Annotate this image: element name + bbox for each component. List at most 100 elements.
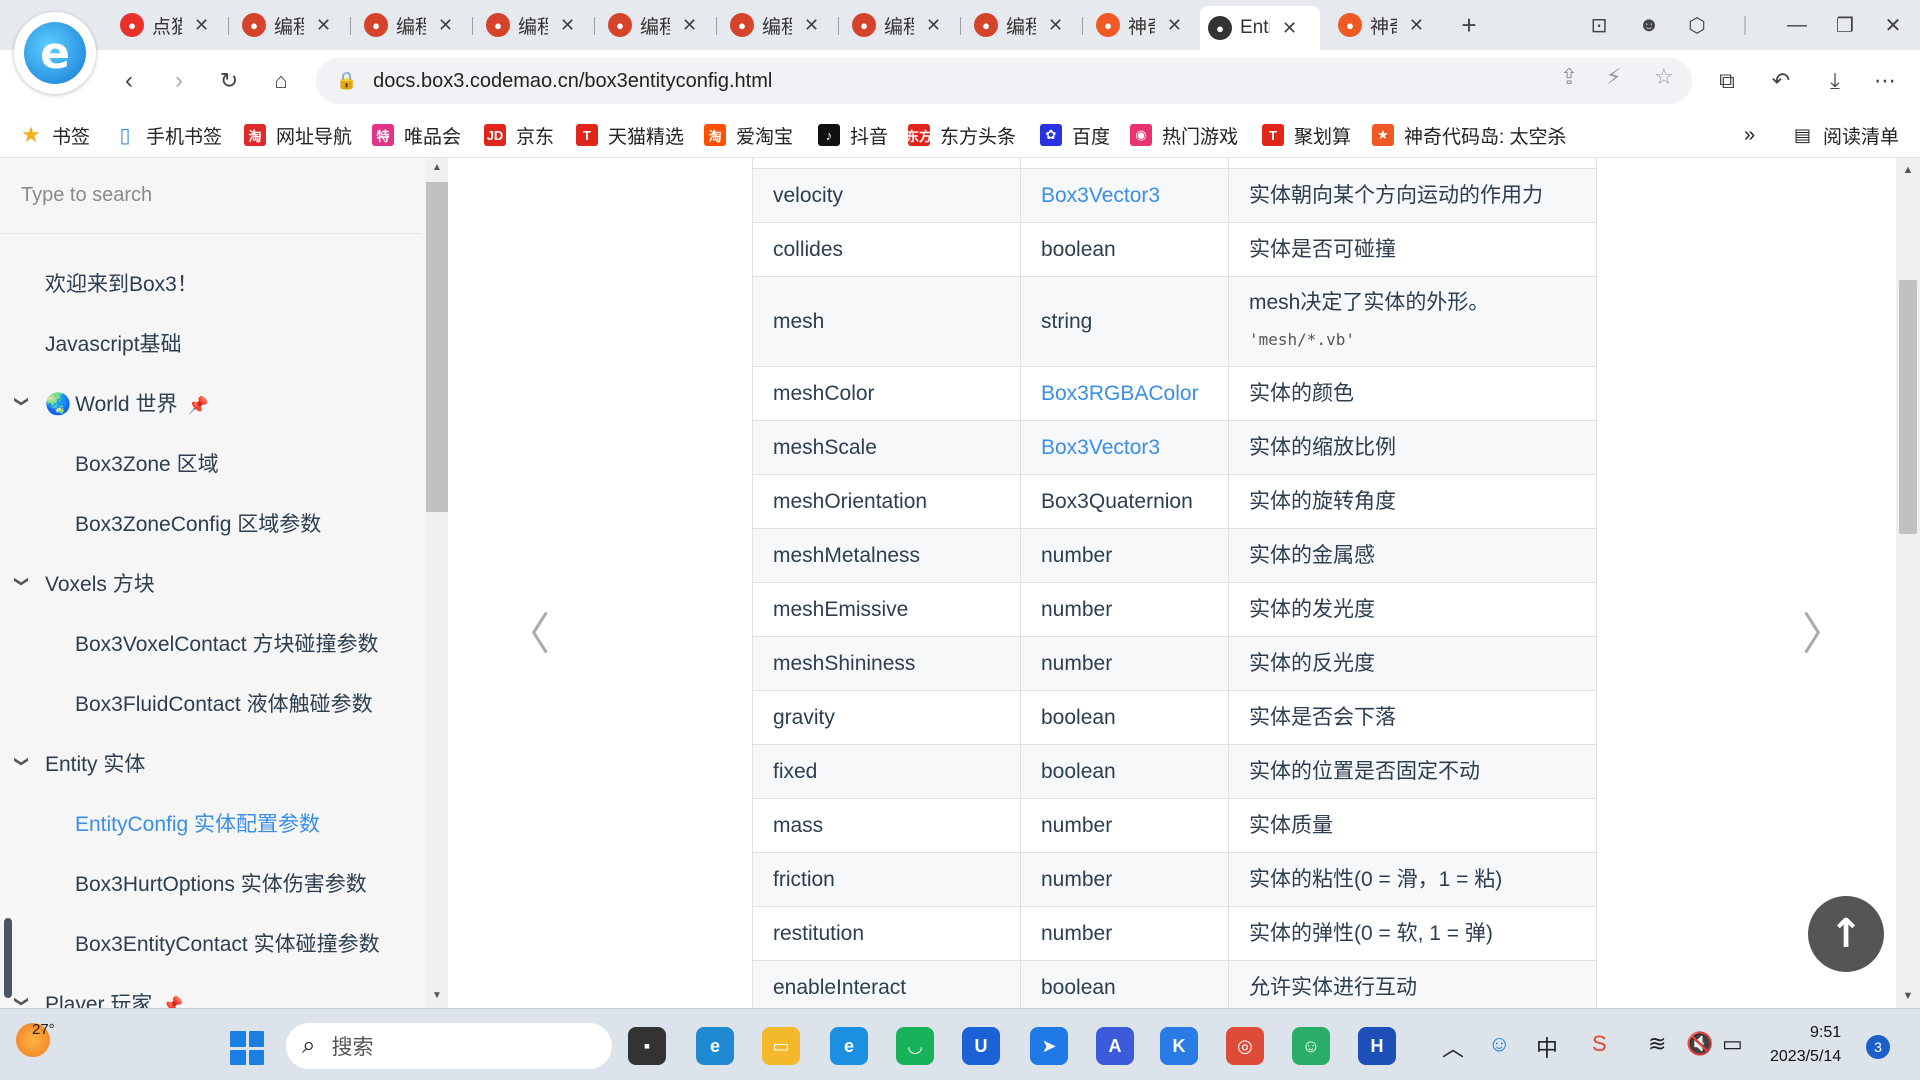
wechat-icon[interactable]: ☺ — [1292, 1027, 1330, 1065]
sidebar-item[interactable]: Box3VoxelContact 方块碰撞参数 — [75, 628, 378, 658]
edge-icon[interactable]: e — [696, 1027, 734, 1065]
minimize-icon[interactable]: — — [1782, 10, 1812, 40]
more-menu-icon[interactable]: ⋯ — [1868, 64, 1902, 98]
chevron-down-icon[interactable]: ❯ — [13, 576, 30, 588]
sidebar-item[interactable]: Box3FluidContact 液体触碰参数 — [75, 688, 373, 718]
file-explorer-icon[interactable]: ▭ — [762, 1027, 800, 1065]
back-icon[interactable]: ‹ — [112, 64, 146, 98]
ime-indicator[interactable]: 中 — [1536, 1031, 1558, 1063]
sidebar-item[interactable]: Box3EntityContact 实体碰撞参数 — [75, 928, 380, 958]
sidebar-scrollbar[interactable]: ▲ ▼ — [426, 158, 448, 1008]
browser-tab[interactable]: ● 神奇 ✕ — [1330, 8, 1432, 42]
chevron-down-icon[interactable]: ❯ — [13, 756, 30, 768]
volume-slider[interactable] — [4, 918, 12, 998]
bookmark-item[interactable]: ♪ 抖音 — [818, 120, 888, 150]
sidebar-item[interactable]: Box3Zone 区域 — [75, 448, 219, 478]
browser-tab[interactable]: ● 编程 ✕ — [356, 8, 468, 42]
download-icon[interactable]: ⤓ — [1818, 64, 1852, 98]
close-icon[interactable]: ✕ — [804, 15, 819, 36]
shopping-bag-icon[interactable]: ◡ — [896, 1027, 934, 1065]
browser-tab[interactable]: ● 编程 ✕ — [478, 8, 590, 42]
page-scroll-thumb[interactable] — [1899, 280, 1917, 534]
close-icon[interactable]: ✕ — [1167, 15, 1182, 36]
page-scroll-up-icon[interactable]: ▲ — [1896, 164, 1920, 176]
close-icon[interactable]: ✕ — [316, 15, 331, 36]
property-type[interactable]: Box3Vector3 — [1020, 420, 1229, 475]
home-icon[interactable]: ⌂ — [264, 64, 298, 98]
browser-tab[interactable]: ● 编程 ✕ — [722, 8, 834, 42]
start-button[interactable] — [230, 1031, 264, 1065]
box3-app-icon[interactable]: H — [1358, 1027, 1396, 1065]
property-type[interactable]: Box3RGBAColor — [1020, 366, 1229, 421]
browser-tab[interactable]: ● 点猫 ✕ — [112, 8, 224, 42]
sidebar-item[interactable]: 🌏 World 世界 📌 — [45, 388, 209, 418]
sidebar-item[interactable]: Box3HurtOptions 实体伤害参数 — [75, 868, 367, 898]
vector-app-icon[interactable]: A — [1096, 1027, 1134, 1065]
close-icon[interactable]: ✕ — [194, 15, 209, 36]
bookmark-item[interactable]: ▯ 手机书签 — [114, 120, 222, 150]
notification-badge[interactable]: 3 — [1866, 1035, 1890, 1059]
bookmark-item[interactable]: T 聚划算 — [1262, 120, 1351, 150]
bookmark-item[interactable]: 特唯品会 — [372, 120, 461, 150]
browser-2345-icon[interactable]: e — [830, 1027, 868, 1065]
page-scrollbar[interactable]: ▲ ▼ — [1896, 158, 1920, 1008]
browser-tab[interactable]: ● 编程 ✕ — [600, 8, 712, 42]
bookmarks-more-button[interactable]: » — [1744, 120, 1755, 150]
chrome-icon[interactable]: ◎ — [1226, 1027, 1264, 1065]
page-scroll-down-icon[interactable]: ▼ — [1896, 990, 1920, 1002]
undo-icon[interactable]: ↶ — [1764, 64, 1798, 98]
share-icon[interactable]: ⇪ — [1560, 64, 1578, 90]
scroll-down-icon[interactable]: ▼ — [426, 990, 448, 1001]
browser-tab[interactable]: ● 神奇 ✕ — [1088, 8, 1190, 42]
sidebar-item[interactable]: Javascript基础 — [45, 328, 182, 358]
browser-tab[interactable]: ● 编程 ✕ — [234, 8, 346, 42]
close-icon[interactable]: ✕ — [682, 15, 697, 36]
tray-app-icon[interactable]: ☺ — [1488, 1031, 1510, 1057]
next-page-icon[interactable]: 〉 — [1802, 598, 1846, 662]
k-app-icon[interactable]: K — [1160, 1027, 1198, 1065]
sidebar-item[interactable]: EntityConfig 实体配置参数 — [75, 808, 320, 838]
reading-list-button[interactable]: ▤ 阅读清单 — [1794, 120, 1899, 150]
close-icon[interactable]: ✕ — [560, 15, 575, 36]
bookmark-item[interactable]: 淘爱淘宝 — [704, 120, 793, 150]
close-icon[interactable]: ✕ — [1409, 15, 1424, 36]
bookmark-item[interactable]: 淘网址导航 — [244, 120, 352, 150]
sidebar-item[interactable]: Voxels 方块 — [45, 568, 155, 598]
back-to-top-button[interactable]: ↑ — [1808, 896, 1884, 972]
tray-expand-icon[interactable]: ︿ — [1442, 1031, 1464, 1063]
scroll-up-icon[interactable]: ▲ — [426, 162, 448, 173]
address-bar[interactable]: 🔒 docs.box3.codemao.cn/box3entityconfig.… — [316, 58, 1692, 104]
feishu-icon[interactable]: ➤ — [1030, 1027, 1068, 1065]
clock[interactable]: 9:51 2023/5/14 — [1770, 1021, 1841, 1069]
chevron-down-icon[interactable]: ❯ — [13, 396, 30, 408]
bookmark-item[interactable]: T 天猫精选 — [576, 120, 684, 150]
browser-tab[interactable]: ● 编程 ✕ — [966, 8, 1078, 42]
favorite-star-icon[interactable]: ☆ — [1654, 64, 1674, 90]
lightning-icon[interactable]: ⚡ — [1606, 64, 1621, 90]
sidebar-item[interactable]: 欢迎来到Box3！ — [45, 268, 198, 298]
forward-icon[interactable]: › — [162, 64, 196, 98]
bookmark-item[interactable]: ◉ 热门游戏 — [1130, 120, 1238, 150]
sidebar-item[interactable]: Box3ZoneConfig 区域参数 — [75, 508, 321, 538]
sidebar-scroll-thumb[interactable] — [426, 182, 448, 512]
maximize-icon[interactable]: ❐ — [1830, 10, 1860, 40]
extensions-icon[interactable]: ⬡ — [1682, 10, 1712, 40]
close-icon[interactable]: ✕ — [926, 15, 941, 36]
browser-logo-icon[interactable]: e — [14, 12, 96, 94]
search-input[interactable]: Type to search — [0, 158, 422, 234]
bookmark-item[interactable]: ★ 神奇代码岛: 太空杀 — [1372, 120, 1567, 150]
sidebar-item[interactable]: Player 玩家 📌 — [45, 988, 184, 1008]
close-icon[interactable]: ✕ — [1048, 15, 1063, 36]
prev-page-icon[interactable]: 〈 — [506, 598, 550, 662]
bookmark-item[interactable]: ✿ 百度 — [1040, 120, 1110, 150]
sidebar-item[interactable]: Entity 实体 — [45, 748, 145, 778]
taskbar-search[interactable]: ⌕ 搜索 — [286, 1023, 612, 1069]
battery-icon[interactable]: ▭ — [1722, 1031, 1743, 1057]
close-icon[interactable]: ✕ — [438, 15, 453, 36]
browser-tab[interactable]: ● Enti ✕ — [1200, 6, 1320, 50]
property-type[interactable]: Box3Vector3 — [1020, 168, 1229, 223]
browser-tab[interactable]: ● 编程 ✕ — [844, 8, 956, 42]
speaker-muted-icon[interactable]: 🔇 — [1686, 1031, 1713, 1057]
chevron-down-icon[interactable]: ❯ — [13, 996, 30, 1008]
task-view-icon[interactable]: ▪ — [628, 1027, 666, 1065]
